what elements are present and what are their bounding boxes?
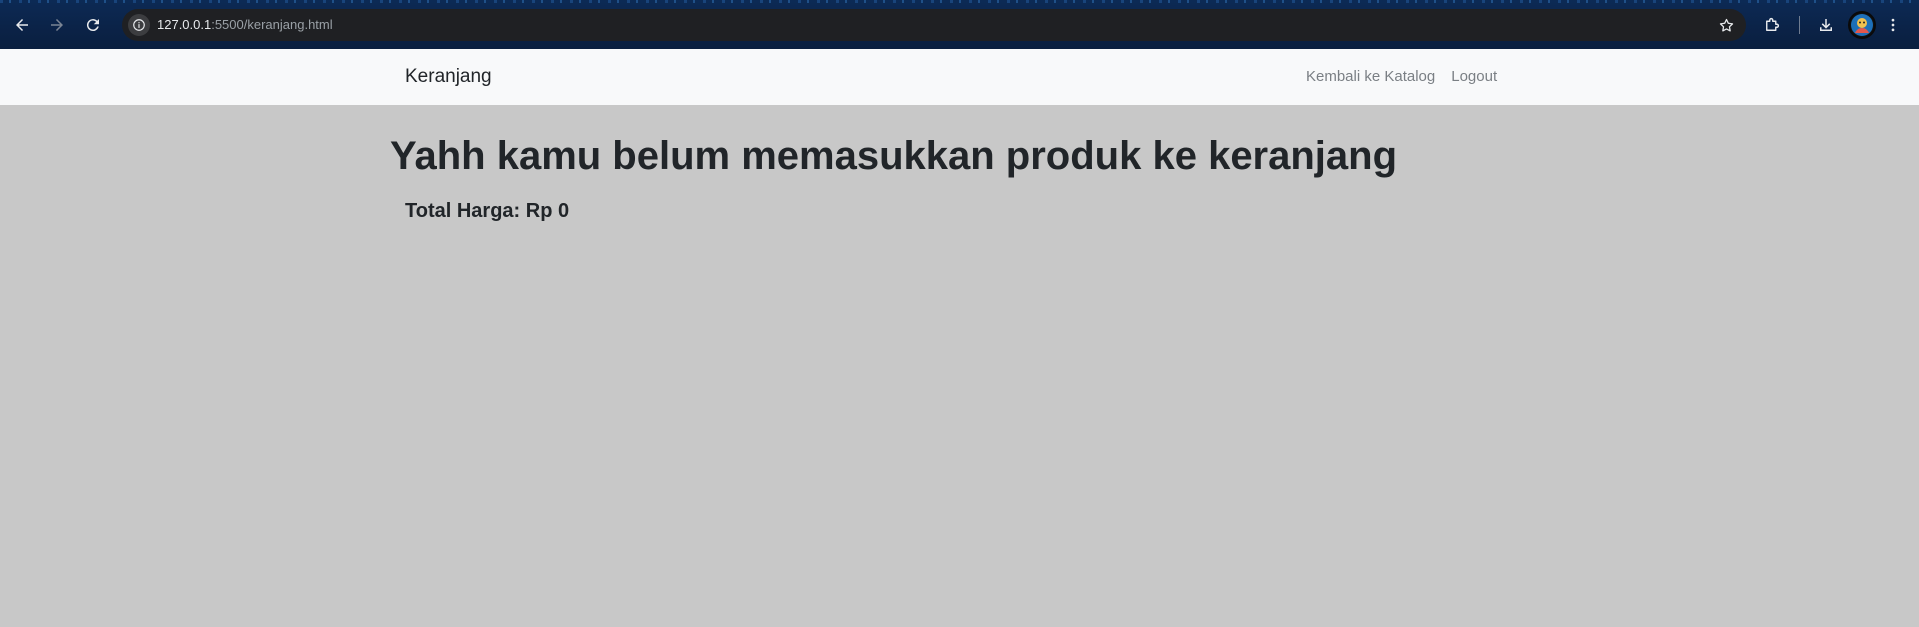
extensions-button[interactable] bbox=[1759, 12, 1785, 38]
download-icon bbox=[1820, 19, 1832, 31]
bookmark-button[interactable] bbox=[1716, 15, 1736, 35]
url-path: :5500/keranjang.html bbox=[211, 17, 333, 32]
navbar-links: Kembali ke Katalog Logout bbox=[1306, 67, 1497, 87]
navbar: Keranjang Kembali ke Katalog Logout bbox=[0, 49, 1919, 105]
tab-strip-edge bbox=[0, 0, 1919, 3]
toolbar-divider bbox=[1799, 16, 1800, 34]
address-bar[interactable]: 127.0.0.1:5500/keranjang.html bbox=[122, 9, 1746, 41]
url-text: 127.0.0.1:5500/keranjang.html bbox=[157, 17, 333, 33]
arrow-right-icon bbox=[51, 19, 63, 31]
avatar[interactable] bbox=[1848, 11, 1876, 39]
back-to-catalog-link[interactable]: Kembali ke Katalog bbox=[1306, 67, 1435, 87]
empty-cart-message: Yahh kamu belum memasukkan produk ke ker… bbox=[390, 134, 1398, 178]
reload-button[interactable] bbox=[79, 11, 107, 39]
arrow-left-icon bbox=[16, 19, 28, 31]
kebab-menu-icon bbox=[1891, 18, 1895, 32]
downloads-button[interactable] bbox=[1813, 12, 1839, 38]
star-icon bbox=[1719, 18, 1733, 32]
info-icon bbox=[133, 19, 145, 31]
forward-button[interactable] bbox=[43, 11, 71, 39]
browser-toolbar: 127.0.0.1:5500/keranjang.html bbox=[0, 0, 1919, 49]
navbar-brand[interactable]: Keranjang bbox=[405, 65, 492, 89]
browser-menu-button[interactable] bbox=[1880, 12, 1906, 38]
back-button[interactable] bbox=[8, 11, 36, 39]
logout-link[interactable]: Logout bbox=[1451, 67, 1497, 87]
reload-icon bbox=[86, 19, 99, 32]
url-host: 127.0.0.1 bbox=[157, 17, 212, 32]
profile-avatar-image bbox=[1851, 14, 1873, 36]
cart-container: Yahh kamu belum memasukkan produk ke ker… bbox=[390, 105, 1530, 224]
total-price: Total Harga: Rp 0 bbox=[405, 200, 570, 222]
puzzle-icon bbox=[1766, 17, 1780, 31]
site-info-button[interactable] bbox=[128, 14, 150, 36]
